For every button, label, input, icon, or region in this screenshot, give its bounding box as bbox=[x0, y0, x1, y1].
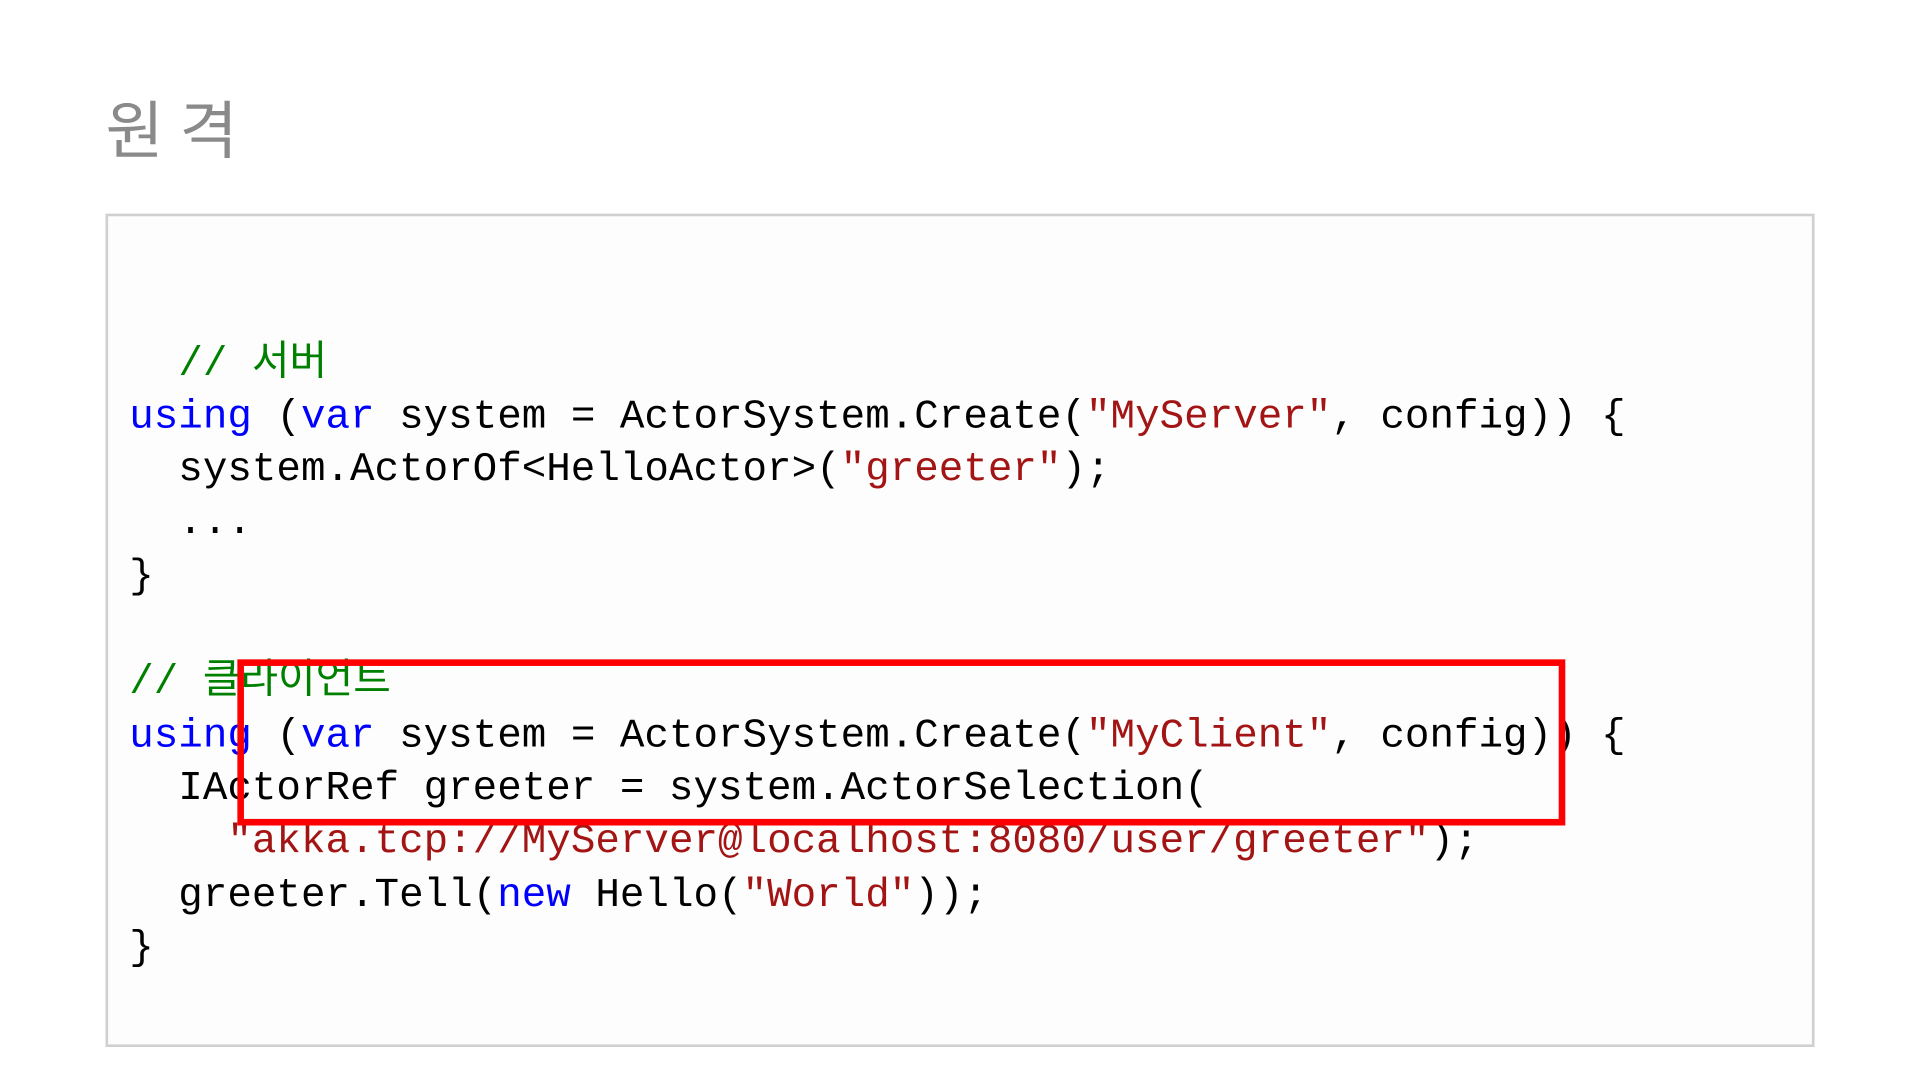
code-token: // 클라이언트 bbox=[129, 660, 391, 706]
code-token: Hello( bbox=[571, 872, 743, 918]
code-token: "akka.tcp://MyServer@localhost:8080/user… bbox=[227, 819, 1429, 865]
code-token: ( bbox=[252, 394, 301, 440]
code-token: new bbox=[497, 872, 571, 918]
code-token: system.ActorOf<HelloActor>( bbox=[129, 447, 840, 493]
code-token: // 서버 bbox=[178, 341, 327, 387]
code-token: , config)) { bbox=[1331, 394, 1625, 440]
code-token: using bbox=[129, 394, 252, 440]
code-token: system = ActorSystem.Create( bbox=[375, 713, 1086, 759]
code-token: } bbox=[129, 554, 154, 600]
slide-title: 원격 bbox=[105, 79, 1814, 171]
code-token: var bbox=[301, 713, 375, 759]
code-token: var bbox=[301, 394, 375, 440]
code-token: "MyServer" bbox=[1086, 394, 1331, 440]
code-token: system = ActorSystem.Create( bbox=[375, 394, 1086, 440]
code-token: )); bbox=[914, 872, 988, 918]
code-token: "MyClient" bbox=[1086, 713, 1331, 759]
code-token bbox=[129, 819, 227, 865]
code-token: IActorRef greeter = system.ActorSelectio… bbox=[129, 766, 1208, 812]
slide: 원격 // 서버 using (var system = ActorSystem… bbox=[0, 0, 1920, 1080]
code-token: "World" bbox=[743, 872, 915, 918]
code-token: greeter.Tell( bbox=[129, 872, 497, 918]
code-token: "greeter" bbox=[841, 447, 1062, 493]
code-token: ); bbox=[1061, 447, 1110, 493]
code-token: , config)) { bbox=[1331, 713, 1625, 759]
code-token: } bbox=[129, 926, 154, 972]
code-token: ( bbox=[252, 713, 301, 759]
code-block: // 서버 using (var system = ActorSystem.Cr… bbox=[105, 214, 1814, 1048]
code-token: using bbox=[129, 713, 252, 759]
code-token: ); bbox=[1429, 819, 1478, 865]
code-token: ... bbox=[129, 500, 252, 546]
